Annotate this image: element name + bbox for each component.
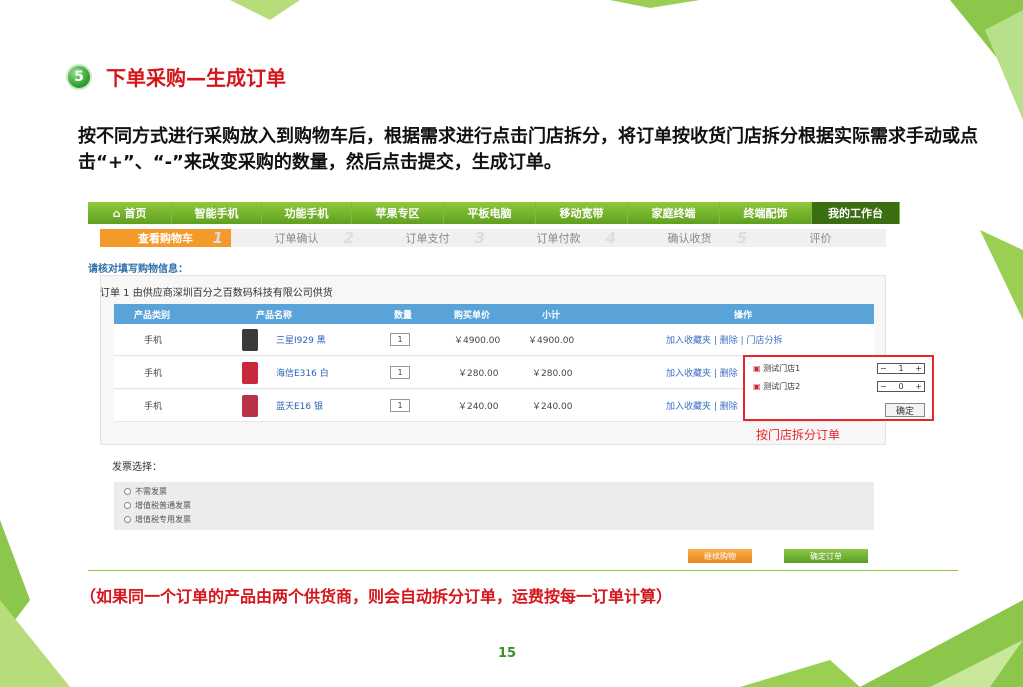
step-confirm-receipt: 确认收货 5 — [667, 229, 748, 247]
table-header: 产品类别 产品名称 数量 购买单价 小计 操作 — [114, 304, 874, 324]
row-operations[interactable]: 加入收藏夹 | 删除 — [666, 390, 738, 421]
row-subtotal: ￥240.00 — [532, 402, 573, 412]
step-confirm-order: 订单确认 2 — [274, 229, 355, 247]
store-1-quantity-stepper[interactable]: − 1 + — [877, 363, 925, 374]
quantity-input[interactable]: 1 — [390, 399, 410, 412]
row-subtotal: ￥280.00 — [532, 369, 573, 379]
nav-feature-phones[interactable]: 功能手机 — [262, 202, 352, 224]
order-progress-steps: 查看购物车 1 订单确认 2 订单支付 3 订单付款 4 确认收货 5 评价 — [100, 229, 886, 247]
nav-my-workspace[interactable]: 我的工作台 — [812, 202, 900, 224]
store-icon: ▣ — [753, 382, 761, 391]
nav-smartphones[interactable]: 智能手机 — [172, 202, 262, 224]
continue-shopping-button[interactable]: 继续购物 — [688, 549, 752, 563]
quantity-input[interactable]: 1 — [390, 333, 410, 346]
radio-button[interactable] — [124, 516, 131, 523]
header-category: 产品类别 — [134, 310, 171, 321]
step-order-paid: 订单付款 4 — [536, 229, 617, 247]
divider-line — [88, 570, 958, 571]
footer-note: （如果同一个订单的产品由两个供货商，则会自动拆分订单，运费按每一订单计算） — [80, 587, 673, 606]
row-operations[interactable]: 加入收藏夹 | 删除 — [666, 357, 738, 388]
header-name: 产品名称 — [256, 310, 293, 321]
store-2-label: ▣ 测试门店2 — [753, 382, 801, 391]
header-price: 购买单价 — [454, 310, 491, 321]
step-view-cart: 查看购物车 1 — [100, 229, 231, 247]
step-order-payment: 订单支付 3 — [405, 229, 486, 247]
radio-button[interactable] — [124, 502, 131, 509]
invoice-option-vat-general[interactable]: 增值税普通发票 — [124, 500, 191, 511]
product-image[interactable] — [242, 362, 258, 384]
table-row: 手机 三星I929 黑 1 ￥4900.00 ￥4900.00 加入收藏夹 | … — [114, 324, 874, 356]
product-name-link[interactable]: 三星I929 黑 — [276, 324, 326, 355]
row-category: 手机 — [144, 402, 163, 412]
row-subtotal: ￥4900.00 — [528, 336, 575, 346]
product-image[interactable] — [242, 395, 258, 417]
row-price: ￥4900.00 — [454, 336, 501, 346]
radio-button[interactable] — [124, 488, 131, 495]
header-subtotal: 小计 — [542, 310, 561, 321]
nav-accessories[interactable]: 终端配饰 — [720, 202, 812, 224]
row-operations[interactable]: 加入收藏夹 | 删除 | 门店分拆 — [666, 324, 783, 355]
order-supplier-title: 订单 1 由供应商深圳百分之百数码科技有限公司供货 — [100, 288, 333, 299]
store-2-quantity-stepper[interactable]: − 0 + — [877, 381, 925, 392]
store-1-label: ▣ 测试门店1 — [753, 364, 801, 373]
invoice-option-none[interactable]: 不需发票 — [124, 486, 167, 497]
row-category: 手机 — [144, 336, 163, 346]
confirm-split-button[interactable]: 确定 — [885, 403, 925, 417]
product-image[interactable] — [242, 329, 258, 351]
step-review: 评价 — [809, 232, 832, 245]
store-split-popup: ▣ 测试门店1 − 1 + ▣ 测试门店2 − 0 + 确定 — [743, 355, 934, 421]
product-name-link[interactable]: 蓝天E16 银 — [276, 390, 323, 421]
row-price: ￥280.00 — [458, 369, 499, 379]
nav-home[interactable]: ⌂ 首页 — [88, 202, 172, 224]
nav-home-terminals[interactable]: 家庭终端 — [628, 202, 720, 224]
row-category: 手机 — [144, 369, 163, 379]
split-annotation: 按门店拆分订单 — [756, 428, 841, 442]
invoice-option-vat-special[interactable]: 增值税专用发票 — [124, 514, 191, 525]
page-number: 15 — [498, 646, 517, 661]
check-info-label: 请核对填写购物信息： — [88, 264, 188, 275]
plus-icon[interactable]: + — [915, 382, 922, 391]
confirm-order-button[interactable]: 确定订单 — [784, 549, 868, 563]
nav-apple-zone[interactable]: 苹果专区 — [352, 202, 444, 224]
minus-icon[interactable]: − — [880, 364, 887, 373]
step-number-badge: 5 — [66, 63, 92, 90]
quantity-input[interactable]: 1 — [390, 366, 410, 379]
home-icon: ⌂ — [112, 206, 125, 220]
store-icon: ▣ — [753, 364, 761, 373]
top-navigation: ⌂ 首页 智能手机 功能手机 苹果专区 平板电脑 移动宽带 家庭终端 终端配饰 … — [88, 202, 900, 224]
minus-icon[interactable]: − — [880, 382, 887, 391]
header-qty: 数量 — [394, 310, 413, 321]
invoice-options: 不需发票 增值税普通发票 增值税专用发票 — [114, 482, 874, 530]
plus-icon[interactable]: + — [915, 364, 922, 373]
invoice-label: 发票选择： — [112, 462, 162, 473]
product-name-link[interactable]: 海信E316 白 — [276, 357, 329, 388]
row-price: ￥240.00 — [458, 402, 499, 412]
slide-title: 下单采购—生成订单 — [106, 66, 286, 90]
nav-tablets[interactable]: 平板电脑 — [444, 202, 536, 224]
description-paragraph: 按不同方式进行采购放入到购物车后，根据需求进行点击门店拆分，将订单按收货门店拆分… — [78, 126, 978, 173]
embedded-screenshot: ⌂ 首页 智能手机 功能手机 苹果专区 平板电脑 移动宽带 家庭终端 终端配饰 … — [88, 202, 960, 574]
header-ops: 操作 — [734, 310, 753, 321]
nav-mobile-broadband[interactable]: 移动宽带 — [536, 202, 628, 224]
slide-title-row: 5 下单采购—生成订单 — [66, 62, 286, 91]
